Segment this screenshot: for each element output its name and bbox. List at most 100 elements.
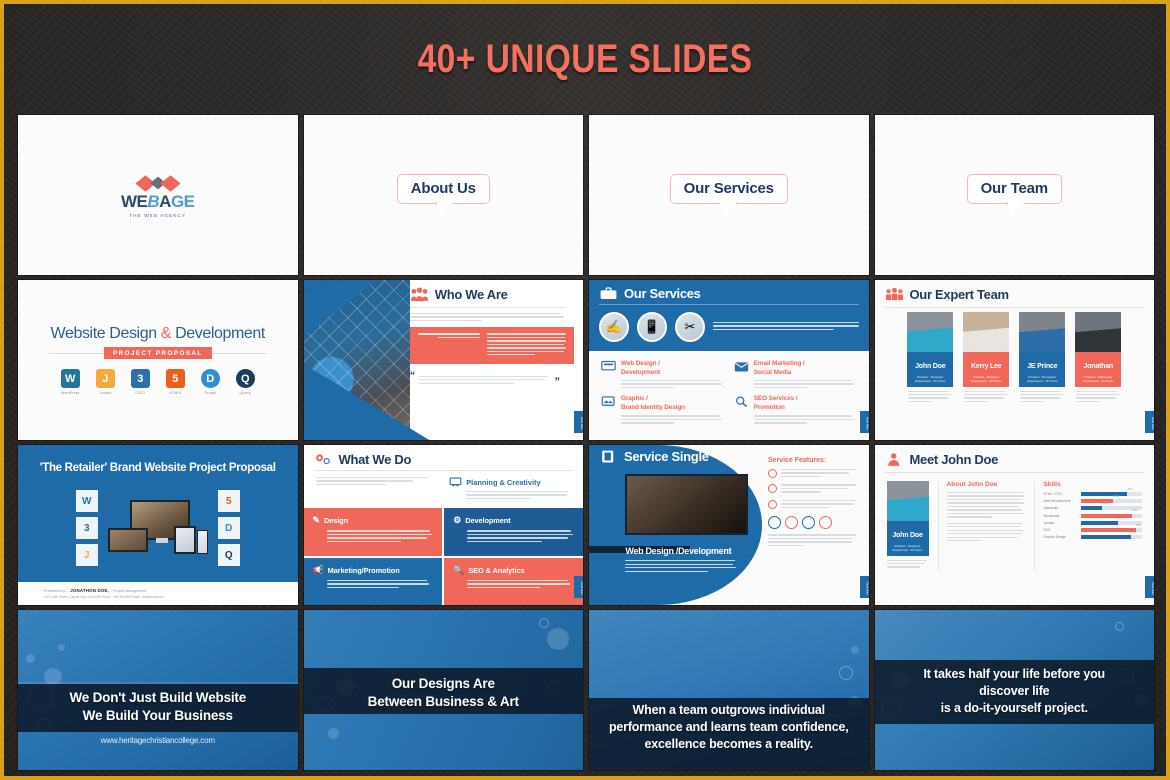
slide-expert-team[interactable]: Our Expert Team John Doe Position : Desi… [874, 280, 1154, 440]
slide-what-we-do[interactable]: What We Do Planning & Creativity ✎ Desig… [303, 445, 583, 605]
monitor-icon [601, 360, 616, 371]
service-title: Web Design / Development [621, 360, 661, 376]
presenter-address: 1201 34th Street, Capital City, ca 90288… [44, 595, 164, 599]
quote-close-icon: ” [554, 376, 561, 389]
quote-line-1: It takes half your life before you [923, 667, 1106, 681]
service-item-web-design[interactable]: Web Design / Development [601, 360, 724, 390]
read-more-tab[interactable]: Read More [859, 411, 869, 433]
member-photo [907, 312, 954, 352]
service-screenshot [625, 473, 749, 535]
people-group-icon [410, 287, 428, 302]
slide-meet-john-doe[interactable]: Meet John Doe John Doe Position : Design… [874, 445, 1154, 605]
tech-label: HTML5 [169, 390, 182, 395]
website-design-heading: Website Design & Development [51, 325, 266, 343]
tech-label: Joomla [99, 390, 112, 395]
slide-website-design[interactable]: Website Design & Development PROJECT PRO… [18, 280, 298, 440]
slide-quote-team-outgrows[interactable]: When a team outgrows individual performa… [589, 610, 869, 770]
logo-ge: GE [170, 192, 195, 211]
gear-circle-icon[interactable] [767, 516, 781, 530]
joomla-icon: J [75, 544, 98, 566]
poster-frame: 40+ UNIQUE SLIDES WEBAGE THE WEB AGENCY … [4, 4, 1166, 776]
service-item-seo[interactable]: SEO Services / Promotion [734, 395, 857, 425]
service-item-email-marketing[interactable]: Email Marketing / Social Media [734, 360, 857, 390]
member-bio [1019, 387, 1065, 403]
skill-value: 52% [1112, 495, 1119, 498]
member-name: John Doe [915, 363, 946, 370]
skill-value: 90% [1135, 523, 1142, 527]
member-bio [963, 387, 1009, 403]
service-photo-2: 📱 [637, 312, 667, 342]
quote-line-2: We Build Your Business [82, 708, 233, 723]
read-more-tab[interactable]: Read More [859, 576, 869, 598]
cell-marketing[interactable]: 📢 Marketing/Promotion [303, 557, 443, 605]
about-paragraph-2 [946, 522, 1026, 542]
phone-mockup [196, 530, 208, 554]
member-name: Kerry Lee [971, 363, 1002, 370]
read-more-tab[interactable]: Read More [1145, 576, 1154, 598]
cell-title: Design [323, 516, 348, 526]
expert-team-title: Our Expert Team [909, 287, 1010, 302]
briefcase-icon [600, 287, 617, 300]
megaphone-icon: 📢 [312, 564, 324, 575]
person-icon [887, 453, 899, 466]
slide-about-us[interactable]: About Us [303, 115, 583, 275]
slide-quote-build-business[interactable]: We Don't Just Build Website We Build You… [18, 610, 298, 770]
watermark-url: www.heritagechristiancollege.com [100, 736, 215, 745]
slide-quote-designs-art[interactable]: Our Designs Are Between Business & Art [303, 610, 583, 770]
tech-icons-left: W 3 J [75, 490, 98, 566]
jquery-icon: Q [217, 544, 240, 566]
team-member-card[interactable]: John Doe Position : Designer Experience :… [907, 312, 954, 404]
slide-our-services[interactable]: Our Services ✍ 📱 ✂ Web Design / Developm… [589, 280, 869, 440]
read-more-tab[interactable]: Read More [1145, 411, 1154, 433]
member-name: JE Prince [1027, 363, 1058, 370]
slide-logo[interactable]: WEBAGE THE WEB AGENCY [18, 115, 298, 275]
heading-part-2: Development [171, 325, 265, 343]
gears-icon [315, 454, 330, 465]
drupal-icon: D [217, 517, 240, 539]
slide-quote-half-your-life[interactable]: It takes half your life before you disco… [874, 610, 1154, 770]
link-circle-icon[interactable] [801, 516, 815, 530]
skill-label: Web Development [1043, 499, 1071, 504]
team-member-card[interactable]: Jonathan Position : Marketing Experience … [1075, 312, 1122, 404]
quote-line-3: is a do-it-yourself project. [940, 701, 1088, 715]
slide-who-we-are[interactable]: Who We Are “ ” Read More [303, 280, 583, 440]
tablet-mockup [173, 526, 196, 554]
who-we-are-highlight-block [409, 327, 574, 364]
cell-design[interactable]: ✎ Design [303, 508, 443, 556]
quote-line-3: excellence becomes a reality. [644, 737, 814, 751]
slide-retailer-proposal[interactable]: 'The Retailer' Brand Website Project Pro… [18, 445, 298, 605]
skill-value: 34% [1101, 502, 1108, 506]
target-circle-icon[interactable] [818, 516, 832, 530]
tech-drupal: D Drupal [198, 369, 222, 395]
slide-our-services-title[interactable]: Our Services [589, 115, 869, 275]
planning-block[interactable]: Planning & Creativity [449, 477, 571, 501]
service-features-title: Service Features: [767, 457, 827, 464]
read-more-tab[interactable]: Read More [574, 411, 583, 433]
laptop-mockup [107, 528, 148, 552]
team-member-card[interactable]: JE Prince Position : Developer Experience… [1019, 312, 1066, 404]
three-people-icon [885, 287, 903, 301]
quote-line-1: When a team outgrows individual [632, 703, 826, 717]
tech-icons-right: 5 D Q [217, 490, 240, 566]
member-name: Jonathan [1083, 363, 1113, 370]
cell-title: SEO & Analytics [468, 565, 525, 575]
cell-seo[interactable]: 🔍 SEO & Analytics [444, 557, 583, 605]
skill-value: 60% [1117, 516, 1123, 520]
team-member-card[interactable]: Kerry Lee Position : Designer Experience … [963, 312, 1010, 404]
service-title: SEO Services / Promotion [753, 395, 798, 411]
slide-our-team-title[interactable]: Our Team [874, 115, 1154, 275]
slide-service-single[interactable]: Service Single Web Design /Development S… [589, 445, 869, 605]
service-item-graphic-design[interactable]: Graphic / Brand Identity Design [601, 395, 724, 425]
member-role: Position : Designer Experience : 10 Years [971, 374, 1002, 383]
bullet-icon [767, 499, 777, 509]
cell-development[interactable]: ⚙ Development [444, 508, 583, 556]
skill-row: Wordpress 84% [1043, 509, 1142, 518]
code-icon: ⚙ [453, 515, 462, 526]
tech-logos-row: W WordPress J Joomla 3 CSS3 5 HTML5 D Drupal … [58, 369, 257, 395]
planning-title: Planning & Creativity [466, 478, 541, 487]
tech-label: Drupal [204, 390, 216, 395]
tech-css3: 3 CSS3 [128, 369, 152, 395]
read-more-tab[interactable]: Read More [574, 576, 583, 598]
card-body [886, 556, 929, 568]
user-circle-icon[interactable] [784, 516, 798, 530]
